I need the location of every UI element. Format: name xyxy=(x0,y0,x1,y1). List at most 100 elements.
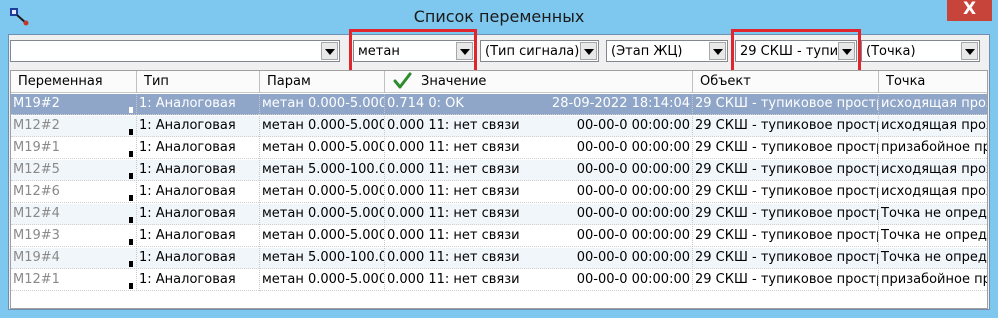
value-cell: 0.714 0: OK 28-09-2022 18:14:04 xyxy=(385,94,693,115)
row-marker-icon xyxy=(129,151,133,157)
type-cell: 1: Аналоговая xyxy=(137,270,260,291)
name-filter-combo[interactable] xyxy=(10,40,340,62)
grid-header: Переменная Тип Парам Значение Объект Точ… xyxy=(11,71,987,93)
value-cell: 0.000 11: нет связи 00-00-0 00:00:00 xyxy=(385,226,693,247)
object-cell: 29 СКШ - тупиковое пространство xyxy=(693,94,879,115)
type-cell: 1: Аналоговая xyxy=(137,116,260,137)
object-cell: 29 СКШ - тупиковое пространство xyxy=(693,182,879,203)
table-row[interactable]: M12#51: Аналоговаяметан 5.000-100.000 %0… xyxy=(11,160,987,181)
signal-type-filter-combo[interactable]: (Тип сигнала) xyxy=(480,40,599,62)
variable-cell: M19#4 xyxy=(11,248,137,269)
variable-cell: M19#3 xyxy=(11,226,137,247)
type-cell: 1: Аналоговая xyxy=(137,138,260,159)
variable-cell: M12#5 xyxy=(11,160,137,181)
table-row[interactable]: M19#21: Аналоговаяметан 0.000-5.000 %0.7… xyxy=(11,94,987,115)
object-cell: 29 СКШ - тупиковое пространство xyxy=(693,116,879,137)
signal-type-filter-dropdown-button[interactable] xyxy=(580,42,597,60)
param-filter-highlight xyxy=(349,29,477,73)
point-cell: исходящая прохо xyxy=(879,94,987,115)
param-cell: метан 0.000-5.000 % xyxy=(260,270,385,291)
table-row[interactable]: M12#21: Аналоговаяметан 0.000-5.000 %0.0… xyxy=(11,116,987,137)
timestamp: 00-00-0 00:00:00 xyxy=(576,228,690,243)
row-marker-icon xyxy=(129,283,133,289)
close-icon: X xyxy=(962,0,977,19)
stage-filter-dropdown-button[interactable] xyxy=(709,42,726,60)
object-cell: 29 СКШ - тупиковое пространство xyxy=(693,138,879,159)
variable-cell: M12#6 xyxy=(11,182,137,203)
chevron-down-icon xyxy=(325,49,335,55)
timestamp: 00-00-0 00:00:00 xyxy=(576,162,690,177)
table-row[interactable]: M19#11: Аналоговаяметан 0.000-5.000 %0.0… xyxy=(11,138,987,159)
value-cell: 0.000 11: нет связи 00-00-0 00:00:00 xyxy=(385,116,693,137)
table-row[interactable]: M19#41: Аналоговаяметан 5.000-100.000 %0… xyxy=(11,248,987,269)
close-button[interactable]: X xyxy=(947,0,992,21)
type-cell: 1: Аналоговая xyxy=(137,94,260,115)
point-cell: исходящая прохо xyxy=(879,182,987,203)
type-cell: 1: Аналоговая xyxy=(137,204,260,225)
row-marker-icon xyxy=(129,217,133,223)
table-row[interactable]: M12#61: Аналоговаяметан 0.000-5.000 %0.0… xyxy=(11,182,987,203)
row-marker-icon xyxy=(129,107,133,113)
object-cell: 29 СКШ - тупиковое пространство xyxy=(693,270,879,291)
row-marker-icon xyxy=(129,195,133,201)
table-row[interactable]: M19#31: Аналоговаяметан 0.000-5.000 %0.0… xyxy=(11,226,987,247)
object-filter-highlight xyxy=(731,29,861,73)
point-filter-combo[interactable]: (Точка) xyxy=(861,40,980,62)
param-cell: метан 5.000-100.000 % xyxy=(260,160,385,181)
param-cell: метан 0.000-5.000 % xyxy=(260,182,385,203)
object-cell: 29 СКШ - тупиковое пространство xyxy=(693,226,879,247)
timestamp: 00-00-0 00:00:00 xyxy=(576,140,690,155)
table-row[interactable]: M12#41: Аналоговаяметан 0.000-5.000 %0.0… xyxy=(11,204,987,225)
param-cell: метан 0.000-5.000 % xyxy=(260,94,385,115)
param-cell: метан 0.000-5.000 % xyxy=(260,226,385,247)
table-row[interactable]: M12#11: Аналоговаяметан 0.000-5.000 %0.0… xyxy=(11,270,987,291)
variable-cell: M19#2 xyxy=(11,94,137,115)
variable-cell: M12#1 xyxy=(11,270,137,291)
point-cell: исходящая прохо xyxy=(879,116,987,137)
timestamp: 00-00-0 00:00:00 xyxy=(576,206,690,221)
value-cell: 0.000 11: нет связи 00-00-0 00:00:00 xyxy=(385,248,693,269)
stage-filter-combo[interactable]: (Этап ЖЦ) xyxy=(606,40,728,62)
variable-cell: M12#4 xyxy=(11,204,137,225)
client-area: метан (Тип сигнала) (Этап ЖЦ) 29 СКШ - т… xyxy=(8,29,990,310)
chevron-down-icon xyxy=(965,49,975,55)
timestamp: 00-00-0 00:00:00 xyxy=(576,118,690,133)
variable-cell: M12#2 xyxy=(11,116,137,137)
stage-filter-value: (Этап ЖЦ) xyxy=(611,44,683,59)
variables-grid: Переменная Тип Парам Значение Объект Точ… xyxy=(10,70,988,309)
value-cell: 0.000 11: нет связи 00-00-0 00:00:00 xyxy=(385,270,693,291)
chevron-down-icon xyxy=(713,49,723,55)
column-header-point[interactable]: Точка xyxy=(879,71,987,93)
variables-window: Список переменных X метан (Тип сигнала) … xyxy=(0,0,998,318)
type-cell: 1: Аналоговая xyxy=(137,226,260,247)
param-cell: метан 5.000-100.000 % xyxy=(260,248,385,269)
type-cell: 1: Аналоговая xyxy=(137,182,260,203)
timestamp: 00-00-0 00:00:00 xyxy=(576,184,690,199)
value-cell: 0.000 11: нет связи 00-00-0 00:00:00 xyxy=(385,204,693,225)
timestamp: 00-00-0 00:00:00 xyxy=(576,250,690,265)
variable-cell: M19#1 xyxy=(11,138,137,159)
object-cell: 29 СКШ - тупиковое пространство xyxy=(693,204,879,225)
point-filter-dropdown-button[interactable] xyxy=(961,42,978,60)
param-cell: метан 0.000-5.000 % xyxy=(260,116,385,137)
column-header-value[interactable]: Значение xyxy=(385,71,693,93)
row-marker-icon xyxy=(129,129,133,135)
column-header-variable[interactable]: Переменная xyxy=(11,71,137,93)
point-cell: призабойное про xyxy=(879,270,987,291)
param-cell: метан 0.000-5.000 % xyxy=(260,204,385,225)
value-cell: 0.000 11: нет связи 00-00-0 00:00:00 xyxy=(385,160,693,181)
object-cell: 29 СКШ - тупиковое пространство xyxy=(693,248,879,269)
param-cell: метан 0.000-5.000 % xyxy=(260,138,385,159)
row-marker-icon xyxy=(129,261,133,267)
column-header-param[interactable]: Парам xyxy=(260,71,385,93)
window-title: Список переменных xyxy=(413,7,585,26)
chevron-down-icon xyxy=(584,49,594,55)
check-icon xyxy=(393,72,412,89)
value-cell: 0.000 11: нет связи 00-00-0 00:00:00 xyxy=(385,182,693,203)
timestamp: 00-00-0 00:00:00 xyxy=(576,272,690,287)
name-filter-dropdown-button[interactable] xyxy=(321,42,338,60)
column-header-object[interactable]: Объект xyxy=(693,71,879,93)
column-header-type[interactable]: Тип xyxy=(137,71,260,93)
row-marker-icon xyxy=(129,173,133,179)
point-cell: призабойное про xyxy=(879,138,987,159)
